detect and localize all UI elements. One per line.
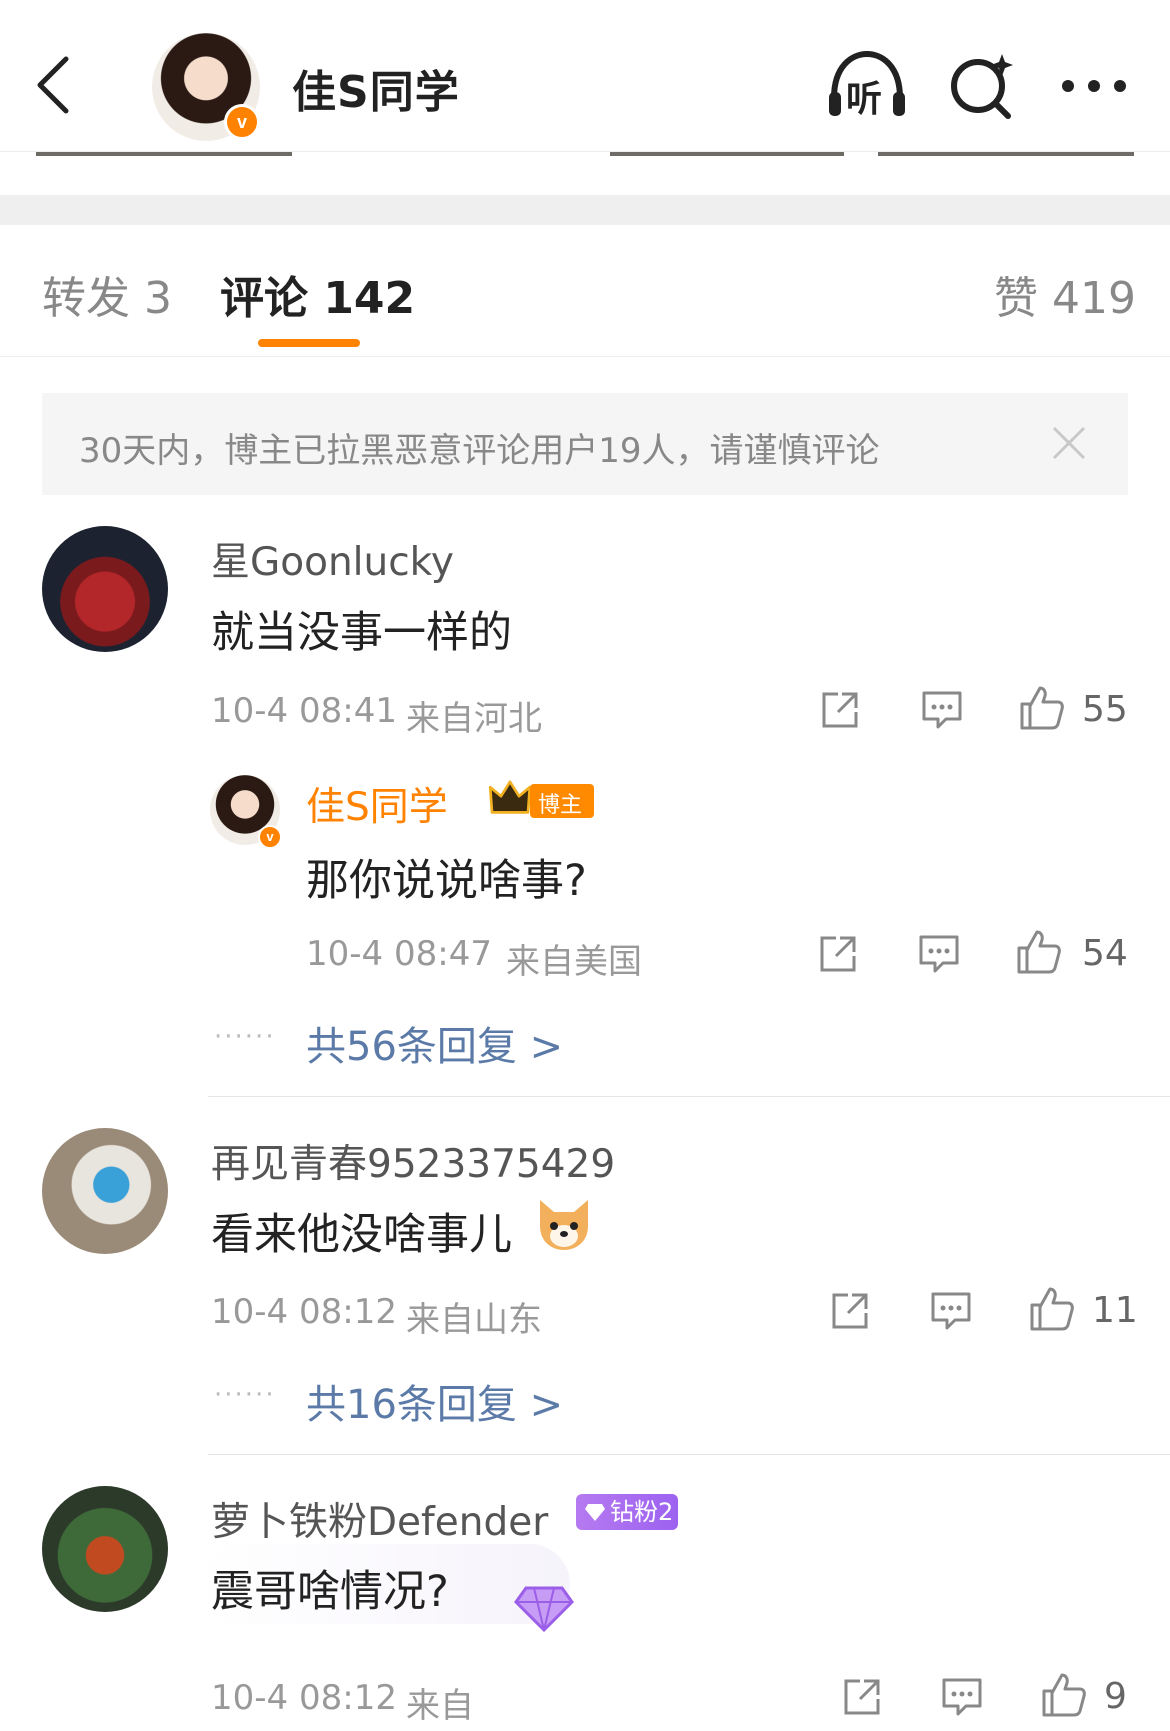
comment-location: 来自 [406,1686,474,1726]
comment-timestamp: 10-4 08:12 [211,1292,397,1332]
view-replies-link[interactable]: 共16条回复 > [306,1372,563,1430]
listen-label: 听 [846,79,883,120]
comment-text: 看来他没啥事儿 [211,1210,512,1260]
share-icon[interactable] [840,1675,884,1719]
tab-reposts[interactable]: 转发 3 [42,262,172,326]
share-icon[interactable] [828,1289,872,1333]
tab-likes[interactable]: 赞 419 [994,262,1136,326]
search-sparkle-icon[interactable] [948,50,1014,120]
comment-timestamp: 10-4 08:41 [211,691,397,731]
thumbs-up-icon[interactable] [1040,1671,1088,1719]
comment-separator [208,1454,1170,1455]
comment-separator [208,1096,1170,1097]
share-icon[interactable] [816,932,860,976]
view-replies-link[interactable]: 共56条回复 > [306,1014,563,1072]
tabs-divider [0,356,1170,357]
like-count: 54 [1082,933,1128,974]
dog-face-emoji [540,1200,588,1250]
verified-badge-icon: v [258,825,282,849]
comment-location: 来自河北 [406,699,542,739]
image-strip [610,152,844,156]
share-icon[interactable] [818,688,862,732]
comment-icon[interactable] [920,689,964,731]
reply-text: 那你说说啥事? [306,856,587,906]
comment-icon[interactable] [917,933,961,975]
like-count: 55 [1082,689,1128,730]
thumbs-up-icon[interactable] [1028,1285,1076,1333]
replies-dots: ······ [214,1380,276,1410]
active-tab-indicator [258,339,360,347]
reply-timestamp: 10-4 08:47 [306,934,492,974]
thumbs-up-icon[interactable] [1018,684,1066,732]
comment-username[interactable]: 星Goonlucky [211,531,454,587]
page-title[interactable]: 佳S同学 [292,56,460,120]
moderation-notice: 30天内，博主已拉黑恶意评论用户19人，请谨慎评论 [42,393,1128,495]
avatar[interactable] [42,526,168,652]
comment-location: 来自山东 [406,1300,542,1340]
verified-badge-icon: v [224,104,260,140]
notice-text: 30天内，博主已拉黑恶意评论用户19人，请谨慎评论 [79,431,880,471]
like-count: 9 [1104,1676,1127,1717]
more-ellipsis-icon[interactable] [1060,78,1128,94]
fan-badge-label: 钻粉2 [610,1498,674,1526]
replies-dots: ······ [214,1022,276,1052]
reply-username[interactable]: 佳S同学 [306,776,448,832]
close-icon[interactable] [1050,424,1088,462]
diamond-icon [585,1504,605,1521]
tab-comments[interactable]: 评论 142 [220,262,415,326]
comment-text: 震哥啥情况? [211,1567,449,1617]
image-strip [878,152,1134,156]
comment-username[interactable]: 萝卜铁粉Defender [211,1491,548,1547]
comment-text: 就当没事一样的 [211,608,512,658]
diamond-decoration-icon [514,1586,574,1633]
image-strip [36,152,292,156]
like-count: 11 [1092,1290,1138,1331]
section-gap [0,195,1170,225]
comment-username[interactable]: 再见青春9523375429 [211,1133,615,1189]
avatar[interactable] [42,1486,168,1612]
censored-location-fade [470,1665,690,1731]
comment-timestamp: 10-4 08:12 [211,1678,397,1718]
comment-icon[interactable] [929,1290,973,1332]
blogger-badge-label: 博主 [538,793,583,818]
thumbs-up-icon[interactable] [1015,928,1063,976]
top-navigation-bar: v 佳S同学 听 [0,0,1170,152]
comment-icon[interactable] [940,1676,984,1718]
reply-location: 来自美国 [506,942,642,982]
avatar[interactable] [42,1128,168,1254]
back-chevron-icon[interactable] [34,55,74,115]
diamond-fan-badge: 钻粉2 [576,1494,678,1530]
crown-icon [488,780,532,814]
blogger-badge: 博主 [530,784,594,818]
